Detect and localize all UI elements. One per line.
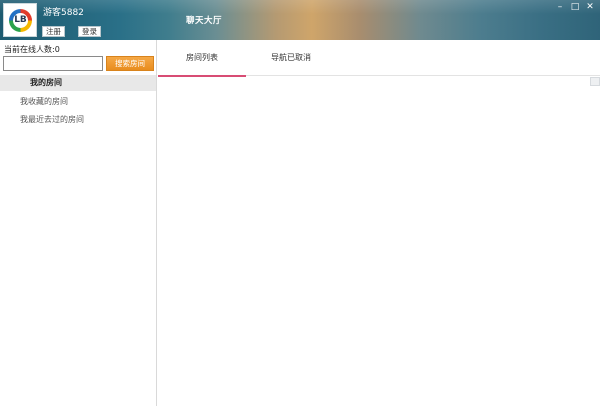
my-rooms-header[interactable]: 我的房间 xyxy=(0,75,156,91)
scrollbar-corner[interactable] xyxy=(590,77,600,86)
close-icon[interactable]: ✕ xyxy=(584,2,596,12)
sidebar-item-recent[interactable]: 我最近去过的房间 xyxy=(20,114,84,125)
search-input[interactable] xyxy=(3,56,103,71)
sidebar: 当前在线人数:0 搜索房间 我的房间 我收藏的房间 我最近去过的房间 xyxy=(0,40,157,406)
online-count: 当前在线人数:0 xyxy=(4,45,60,54)
tab-navigation[interactable]: 导航已取消 xyxy=(246,40,336,76)
register-button[interactable]: 注册 xyxy=(42,26,65,37)
logo-text: LB xyxy=(13,13,28,28)
sidebar-item-favorites[interactable]: 我收藏的房间 xyxy=(20,96,68,107)
login-button[interactable]: 登录 xyxy=(78,26,101,37)
app-title: 聊天大厅 xyxy=(186,16,223,26)
main-panel: 房间列表 导航已取消 xyxy=(158,40,600,406)
minimize-icon[interactable]: – xyxy=(554,2,566,12)
search-rooms-button[interactable]: 搜索房间 xyxy=(106,56,154,71)
title-bar: LB 游客5882 注册 登录 聊天大厅 – □ ✕ xyxy=(0,0,600,40)
username: 游客5882 xyxy=(43,8,84,18)
avatar[interactable]: LB xyxy=(3,3,37,37)
tab-bar: 房间列表 导航已取消 xyxy=(158,40,600,77)
maximize-icon[interactable]: □ xyxy=(569,2,581,12)
logo-icon: LB xyxy=(9,9,32,32)
tab-room-list[interactable]: 房间列表 xyxy=(158,40,246,77)
